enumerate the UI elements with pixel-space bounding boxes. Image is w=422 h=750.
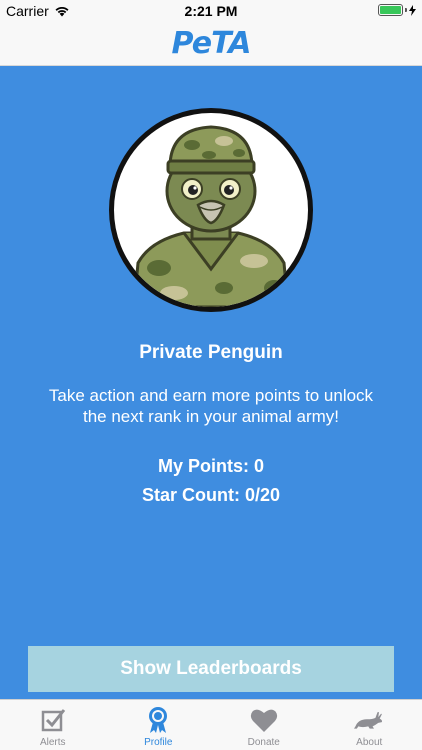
profile-view: Private Penguin Take action and earn mor… — [0, 66, 422, 699]
battery-icon — [378, 4, 416, 16]
ribbon-badge-icon — [143, 706, 173, 734]
heart-icon — [249, 706, 279, 734]
avatar — [109, 108, 313, 312]
tab-about[interactable]: About — [317, 700, 422, 750]
rabbit-icon — [354, 706, 384, 734]
tab-donate[interactable]: Donate — [211, 700, 317, 750]
points-count: My Points: 0 — [157, 456, 264, 476]
tab-alerts[interactable]: Alerts — [0, 700, 106, 750]
clock: 2:21 PM — [184, 3, 238, 19]
status-bar: Carrier 2:21 PM — [0, 0, 422, 22]
soldier-penguin-avatar-icon — [132, 125, 290, 307]
checkbox-icon — [38, 706, 68, 734]
rank-description: Take action and earn more points to unlo… — [48, 386, 374, 426]
tab-label-about: About — [356, 737, 383, 748]
tab-label-alerts: Alerts — [39, 737, 66, 748]
star-count: Star Count: 0/20 — [141, 485, 281, 505]
tab-label-profile: Profile — [144, 737, 173, 748]
nav-bar: PeTA — [0, 22, 422, 66]
tab-profile[interactable]: Profile — [106, 700, 212, 750]
peta-logo: PeTA — [171, 26, 252, 61]
show-leaderboards-button[interactable]: Show Leaderboards — [28, 646, 394, 692]
charging-bolt-icon — [409, 4, 416, 16]
tab-bar: Alerts Profile Donate About — [0, 699, 422, 750]
tab-label-donate: Donate — [247, 737, 280, 748]
rank-title: Private Penguin — [139, 342, 283, 363]
